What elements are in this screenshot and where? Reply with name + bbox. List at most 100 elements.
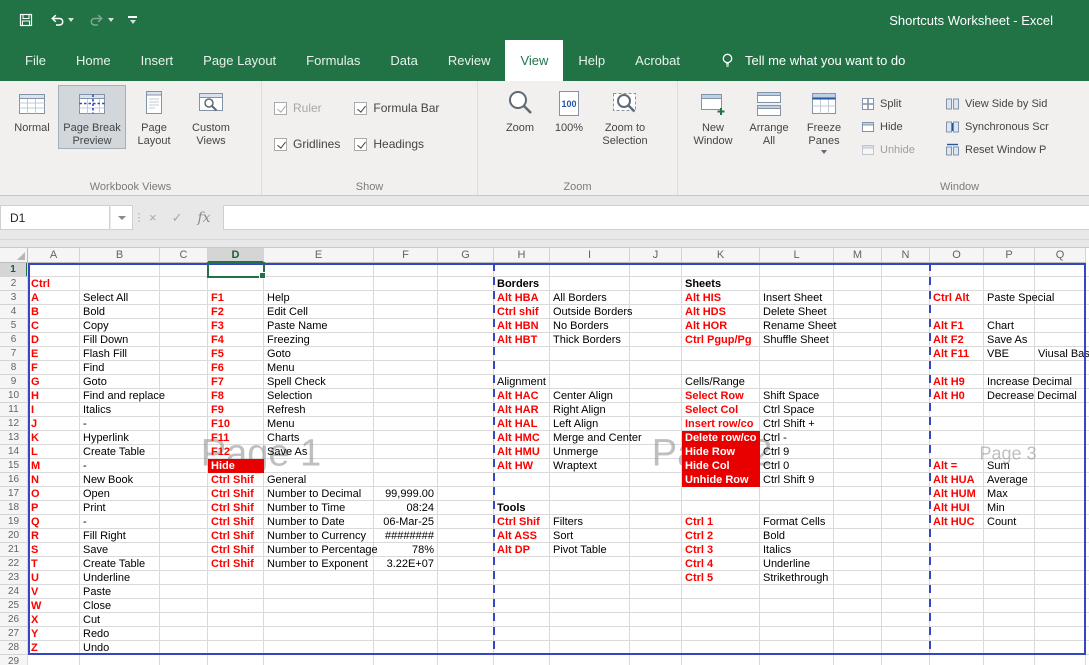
cell-B18[interactable]: Print	[83, 501, 106, 515]
redo-dropdown-icon[interactable]	[108, 18, 114, 22]
undo-button[interactable]	[48, 12, 74, 28]
cell-K9[interactable]: Cells/Range	[685, 375, 745, 389]
cell-H21[interactable]: Alt DP	[497, 543, 530, 557]
cell-I4[interactable]: Outside Borders	[553, 305, 632, 319]
cell-I21[interactable]: Pivot Table	[553, 543, 607, 557]
cell-P5[interactable]: Chart	[987, 319, 1014, 333]
cell-B15[interactable]: -	[83, 459, 87, 473]
cell-L12[interactable]: Ctrl Shift +	[763, 417, 815, 431]
cell-A12[interactable]: J	[31, 417, 37, 431]
cell-P7[interactable]: VBE	[987, 347, 1009, 361]
col-header-A[interactable]: A	[28, 248, 80, 263]
view-side-by-side-button[interactable]: View Side by Sid	[945, 97, 1049, 111]
row-header-12[interactable]: 12	[0, 417, 28, 431]
checkbox-formula-bar[interactable]: Formula Bar	[354, 101, 439, 115]
cell-A6[interactable]: D	[31, 333, 39, 347]
col-header-K[interactable]: K	[682, 248, 760, 263]
cell-B14[interactable]: Create Table	[83, 445, 145, 459]
cell-E19[interactable]: Number to Date	[267, 515, 345, 529]
cell-L5[interactable]: Rename Sheet	[763, 319, 836, 333]
row-header-13[interactable]: 13	[0, 431, 28, 445]
cell-L23[interactable]: Strikethrough	[763, 571, 828, 585]
cell-D16[interactable]: Ctrl Shif	[211, 473, 254, 487]
cell-H6[interactable]: Alt HBT	[497, 333, 537, 347]
cell-E21[interactable]: Number to Percentage	[267, 543, 378, 557]
cell-D17[interactable]: Ctrl Shif	[211, 487, 254, 501]
row-header-11[interactable]: 11	[0, 403, 28, 417]
row-header-29[interactable]: 29	[0, 655, 28, 665]
cell-P16[interactable]: Average	[987, 473, 1028, 487]
cell-B21[interactable]: Save	[83, 543, 108, 557]
col-header-Q[interactable]: Q	[1035, 248, 1086, 263]
row-header-14[interactable]: 14	[0, 445, 28, 459]
cell-I3[interactable]: All Borders	[553, 291, 607, 305]
cell-E13[interactable]: Charts	[267, 431, 299, 445]
cell-H5[interactable]: Alt HBN	[497, 319, 539, 333]
formula-input[interactable]	[223, 205, 1089, 230]
cell-H14[interactable]: Alt HMU	[497, 445, 540, 459]
ribbon-tab-insert[interactable]: Insert	[126, 40, 189, 81]
cell-I20[interactable]: Sort	[553, 529, 573, 543]
cell-F21[interactable]: 78%	[374, 543, 434, 557]
ribbon-tab-formulas[interactable]: Formulas	[291, 40, 375, 81]
cell-A8[interactable]: F	[31, 361, 38, 375]
cell-D11[interactable]: F9	[211, 403, 224, 417]
cell-B16[interactable]: New Book	[83, 473, 133, 487]
row-header-9[interactable]: 9	[0, 375, 28, 389]
zoom-100-button[interactable]: 100 100%	[546, 85, 592, 136]
row-header-6[interactable]: 6	[0, 333, 28, 347]
cell-K4[interactable]: Alt HDS	[685, 305, 726, 319]
cell-A25[interactable]: W	[31, 599, 41, 613]
cell-L3[interactable]: Insert Sheet	[763, 291, 822, 305]
cell-E5[interactable]: Paste Name	[267, 319, 328, 333]
cell-A4[interactable]: B	[31, 305, 39, 319]
cell-A21[interactable]: S	[31, 543, 38, 557]
cell-A9[interactable]: G	[31, 375, 40, 389]
cell-B8[interactable]: Find	[83, 361, 104, 375]
cell-A13[interactable]: K	[31, 431, 39, 445]
cell-H15[interactable]: Alt HW	[497, 459, 533, 473]
cell-A14[interactable]: L	[31, 445, 38, 459]
cell-L19[interactable]: Format Cells	[763, 515, 825, 529]
cell-F20[interactable]: ########	[374, 529, 434, 543]
row-header-5[interactable]: 5	[0, 319, 28, 333]
col-header-F[interactable]: F	[374, 248, 438, 263]
checkbox-headings[interactable]: Headings	[354, 137, 439, 151]
zoom-to-selection-button[interactable]: Zoom to Selection	[592, 85, 658, 149]
reset-window-position-button[interactable]: Reset Window P	[945, 143, 1049, 157]
hide-button[interactable]: Hide	[861, 120, 933, 134]
cell-I13[interactable]: Merge and Center	[553, 431, 642, 445]
cell-E9[interactable]: Spell Check	[267, 375, 326, 389]
freeze-panes-dropdown-icon[interactable]	[821, 150, 827, 154]
cell-A11[interactable]: I	[31, 403, 34, 417]
cell-D4[interactable]: F2	[211, 305, 224, 319]
cell-I10[interactable]: Center Align	[553, 389, 613, 403]
page-break-preview-button[interactable]: Page Break Preview	[58, 85, 126, 149]
cancel-icon[interactable]: ×	[149, 210, 157, 225]
row-header-10[interactable]: 10	[0, 389, 28, 403]
row-header-20[interactable]: 20	[0, 529, 28, 543]
row-header-28[interactable]: 28	[0, 641, 28, 655]
col-header-G[interactable]: G	[438, 248, 494, 263]
cell-D6[interactable]: F4	[211, 333, 224, 347]
row-header-25[interactable]: 25	[0, 599, 28, 613]
cell-D13[interactable]: F11	[211, 431, 229, 445]
cell-K20[interactable]: Ctrl 2	[685, 529, 713, 543]
cell-B20[interactable]: Fill Right	[83, 529, 126, 543]
row-header-8[interactable]: 8	[0, 361, 28, 375]
cell-F18[interactable]: 08:24	[374, 501, 434, 515]
save-button[interactable]	[18, 12, 34, 28]
cell-E16[interactable]: General	[267, 473, 306, 487]
cell-A16[interactable]: N	[31, 473, 39, 487]
cell-D18[interactable]: Ctrl Shif	[211, 501, 254, 515]
cell-D3[interactable]: F1	[211, 291, 224, 305]
cell-B5[interactable]: Copy	[83, 319, 109, 333]
split-button[interactable]: Split	[861, 97, 933, 111]
cell-D5[interactable]: F3	[211, 319, 224, 333]
cell-E17[interactable]: Number to Decimal	[267, 487, 361, 501]
row-header-24[interactable]: 24	[0, 585, 28, 599]
cell-B7[interactable]: Flash Fill	[83, 347, 127, 361]
cell-L16[interactable]: Ctrl Shift 9	[763, 473, 814, 487]
cell-O6[interactable]: Alt F2	[933, 333, 964, 347]
cell-E10[interactable]: Selection	[267, 389, 312, 403]
